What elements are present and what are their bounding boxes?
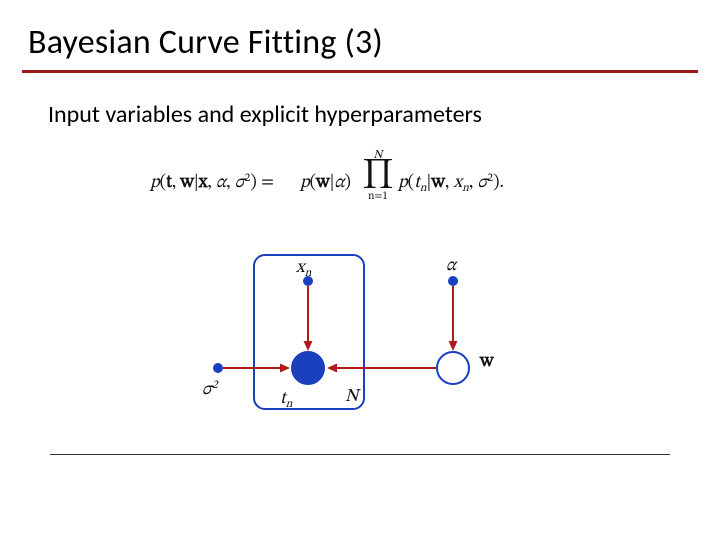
- eq-equals: ) =: [250, 174, 274, 192]
- slide-title: Bayesian Curve Fitting (3): [28, 22, 383, 63]
- prod-lower: n=1: [360, 190, 396, 204]
- eq-w: w: [180, 174, 193, 192]
- slide: Bayesian Curve Fitting (3) Input variabl…: [0, 0, 720, 540]
- title-underline: [22, 70, 698, 73]
- equation-prior: p(w|α): [300, 172, 351, 195]
- eq-sub-n: n: [462, 182, 469, 194]
- eq-alpha: α: [216, 174, 226, 192]
- eq-p: p: [300, 174, 310, 192]
- equation-lhs: p(t, w|x, α, σ2) =: [150, 172, 274, 195]
- equation-likelihood: p(tn|w, xn, σ2).: [398, 172, 504, 195]
- product-symbol: N ∏ n=1: [362, 152, 394, 206]
- eq-x: x: [453, 174, 462, 192]
- eq-t: t: [414, 174, 420, 192]
- arrows: [200, 244, 540, 434]
- eq-p: p: [398, 174, 408, 192]
- eq-p: p: [150, 174, 160, 192]
- eq-sq: 2: [245, 172, 251, 184]
- graphical-model: xn tn α w σ2 N: [200, 244, 540, 434]
- eq-sigma: σ: [235, 174, 245, 192]
- prod-sign: ∏: [362, 160, 394, 188]
- eq-w: w: [431, 174, 444, 192]
- eq-sq: 2: [487, 172, 493, 184]
- eq-sub-n: n: [420, 182, 427, 194]
- footer-rule: [50, 454, 670, 455]
- eq-sigma: σ: [477, 174, 487, 192]
- eq-alpha: α: [334, 174, 344, 192]
- eq-comma: ,: [226, 174, 235, 192]
- eq-comma: ,: [207, 174, 216, 192]
- eq-close: ): [345, 174, 351, 192]
- eq-w: w: [316, 174, 329, 192]
- slide-subtitle: Input variables and explicit hyperparame…: [48, 100, 482, 129]
- eq-close: ).: [493, 174, 504, 192]
- equation: p(t, w|x, α, σ2) = p(w|α) N ∏ n=1 p(tn|w…: [150, 152, 590, 212]
